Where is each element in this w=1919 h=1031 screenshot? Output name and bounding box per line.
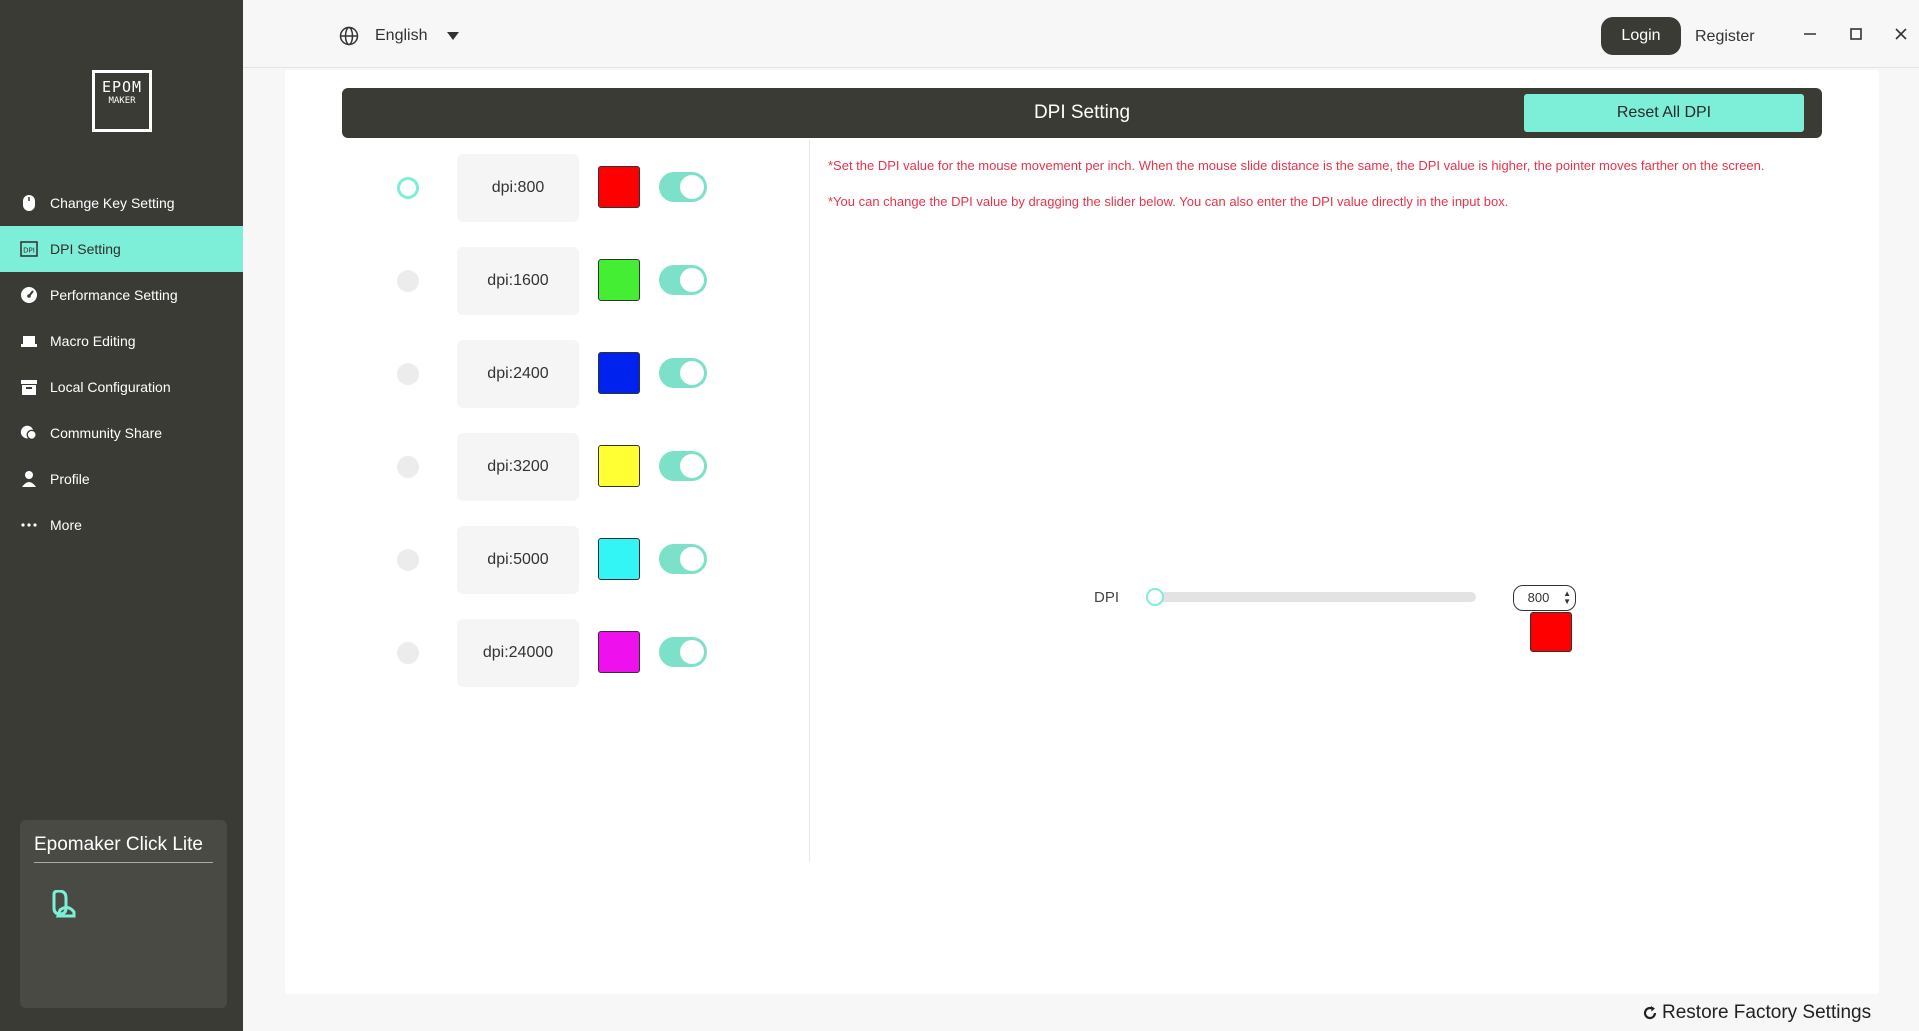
current-dpi-color-preview — [1530, 612, 1572, 652]
dpi-level-row: dpi:24000 — [380, 617, 740, 687]
refresh-icon — [1642, 1005, 1658, 1021]
dpi-header-bar: DPI Setting Reset All DPI — [342, 88, 1822, 138]
dpi-level-radio[interactable] — [397, 363, 419, 385]
sidebar-item-more[interactable]: More — [0, 502, 243, 548]
dpi-level-color-swatch[interactable] — [598, 445, 640, 487]
dpi-value-text: 800 — [1527, 590, 1550, 605]
chevron-down-icon[interactable] — [447, 32, 460, 40]
sidebar-item-label: Local Configuration — [50, 379, 171, 395]
spinner-arrows-icon[interactable]: ▲ ▼ — [1563, 590, 1571, 606]
sidebar-item-label: Profile — [50, 471, 90, 487]
svg-text:DPI: DPI — [23, 247, 35, 255]
sidebar-item-label: Macro Editing — [50, 333, 136, 349]
dpi-value-input[interactable]: 800 ▲ ▼ — [1513, 585, 1576, 611]
chat-icon — [20, 424, 38, 442]
user-icon — [20, 470, 38, 488]
vertical-divider — [809, 140, 810, 862]
sidebar-item-community-share[interactable]: Community Share — [0, 410, 243, 456]
dpi-level-row: dpi:5000 — [380, 524, 740, 594]
dpi-level-color-swatch[interactable] — [598, 259, 640, 301]
dpi-level-radio[interactable] — [397, 456, 419, 478]
sidebar-item-label: Performance Setting — [50, 287, 178, 303]
dpi-level-radio[interactable] — [397, 642, 419, 664]
dpi-level-toggle[interactable] — [659, 637, 707, 667]
dpi-level-color-swatch[interactable] — [598, 166, 640, 208]
dpi-level-row: dpi:3200 — [380, 431, 740, 501]
top-bar: English Login Register — [243, 0, 1919, 68]
keyboard-icon — [20, 332, 38, 350]
dpi-level-value[interactable]: dpi:2400 — [457, 340, 579, 408]
dpi-level-value[interactable]: dpi:800 — [457, 154, 579, 222]
close-icon[interactable] — [1891, 24, 1911, 44]
dpi-level-row: dpi:800 — [380, 152, 740, 222]
sidebar-item-label: DPI Setting — [50, 241, 121, 257]
epomaker-logo: EPOM MAKER — [92, 70, 152, 132]
sidebar-item-performance-setting[interactable]: Performance Setting — [0, 272, 243, 318]
dpi-level-color-swatch[interactable] — [598, 352, 640, 394]
more-icon — [20, 516, 38, 534]
dpi-slider[interactable] — [1146, 588, 1476, 606]
maximize-icon[interactable] — [1846, 24, 1866, 44]
dpi-level-row: dpi:1600 — [380, 245, 740, 315]
dpi-level-toggle[interactable] — [659, 358, 707, 388]
minimize-icon[interactable] — [1800, 24, 1820, 44]
dpi-level-value[interactable]: dpi:24000 — [457, 619, 579, 687]
archive-icon — [20, 378, 38, 396]
dpi-level-value[interactable]: dpi:3200 — [457, 433, 579, 501]
logo-text-top: EPOM — [101, 78, 143, 96]
sidebar-nav: Change Key Setting DPI DPI Setting Perfo… — [0, 180, 243, 548]
sidebar: EPOM MAKER Change Key Setting DPI DPI Se… — [0, 0, 243, 1031]
dpi-level-color-swatch[interactable] — [598, 538, 640, 580]
mouse-device-icon — [48, 889, 76, 922]
dpi-level-toggle[interactable] — [659, 265, 707, 295]
sidebar-item-change-key-setting[interactable]: Change Key Setting — [0, 180, 243, 226]
sidebar-item-label: More — [50, 517, 82, 533]
language-label: English — [375, 27, 428, 44]
dpi-level-color-swatch[interactable] — [598, 631, 640, 673]
language-selector[interactable]: English — [339, 26, 460, 46]
dpi-level-radio[interactable] — [397, 270, 419, 292]
mouse-icon — [20, 194, 38, 212]
sidebar-item-label: Community Share — [50, 425, 163, 441]
logo-text-bottom: MAKER — [108, 96, 136, 106]
login-button[interactable]: Login — [1601, 17, 1681, 55]
restore-label: Restore Factory Settings — [1662, 1002, 1872, 1023]
sidebar-item-macro-editing[interactable]: Macro Editing — [0, 318, 243, 364]
dpi-icon: DPI — [20, 240, 38, 258]
dpi-note: *Set the DPI value for the mouse movemen… — [828, 158, 1765, 173]
reset-all-dpi-button[interactable]: Reset All DPI — [1524, 94, 1804, 132]
sidebar-item-local-configuration[interactable]: Local Configuration — [0, 364, 243, 410]
gauge-icon — [20, 286, 38, 304]
dpi-instructions: *Set the DPI value for the mouse movemen… — [828, 148, 1765, 220]
dpi-note: *You can change the DPI value by draggin… — [828, 194, 1509, 209]
globe-icon — [339, 26, 359, 46]
dpi-level-toggle[interactable] — [659, 172, 707, 202]
dpi-level-value[interactable]: dpi:5000 — [457, 526, 579, 594]
sidebar-item-profile[interactable]: Profile — [0, 456, 243, 502]
sidebar-item-label: Change Key Setting — [50, 195, 175, 211]
dpi-slider-label: DPI — [1094, 589, 1120, 606]
dpi-level-toggle[interactable] — [659, 544, 707, 574]
dpi-level-toggle[interactable] — [659, 451, 707, 481]
device-card[interactable]: Epomaker Click Lite — [20, 820, 227, 1008]
device-name: Epomaker Click Lite — [34, 834, 213, 863]
dpi-level-row: dpi:2400 — [380, 338, 740, 408]
dpi-slider-thumb[interactable] — [1146, 588, 1164, 606]
dpi-level-value[interactable]: dpi:1600 — [457, 247, 579, 315]
sidebar-item-dpi-setting[interactable]: DPI DPI Setting — [0, 226, 243, 272]
dpi-level-radio[interactable] — [397, 177, 419, 199]
dpi-level-radio[interactable] — [397, 549, 419, 571]
register-link[interactable]: Register — [1695, 28, 1755, 46]
restore-factory-settings-button[interactable]: Restore Factory Settings — [1642, 1002, 1871, 1024]
